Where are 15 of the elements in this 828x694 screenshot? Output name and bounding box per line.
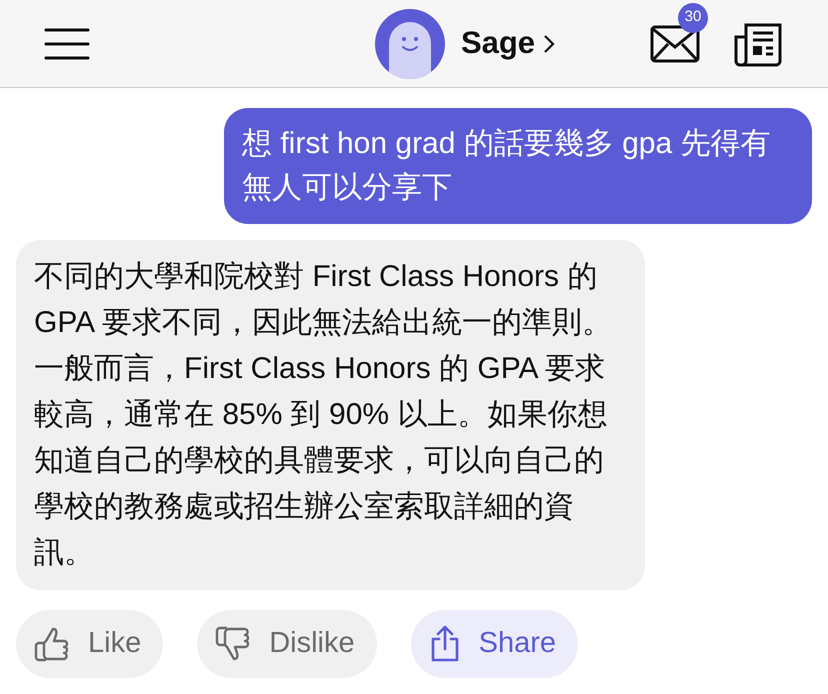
unread-badge: 30 — [678, 2, 708, 32]
like-button[interactable]: Like — [16, 610, 164, 678]
reply-message-bubble: 不同的大學和院校對 First Class Honors 的 GPA 要求不同，因此無法給出統一的準則。一般而言，First Class Honors 的 GPA 要求較高，通常在 85% 到 90% 以上。如果你想知道自己的學校的具體要求，可以向自己的學校的教務處或招生辦公室索取詳細的資訊。 — [16, 240, 645, 590]
bot-name-link[interactable]: Sage — [460, 20, 556, 67]
avatar-icon[interactable] — [374, 8, 445, 78]
chevron-right-icon — [543, 34, 556, 54]
share-button[interactable]: Share — [410, 610, 578, 678]
thumbs-down-icon — [215, 625, 252, 663]
menu-icon[interactable] — [44, 26, 90, 60]
mail-icon[interactable] — [650, 24, 700, 62]
dislike-button[interactable]: Dislike — [197, 610, 377, 678]
newspaper-icon[interactable] — [734, 20, 784, 66]
share-icon — [428, 625, 461, 663]
thumbs-up-icon — [34, 625, 70, 663]
sent-message-bubble: 想 first hon grad 的話要幾多 gpa 先得有無人可以分享下 — [224, 108, 812, 224]
